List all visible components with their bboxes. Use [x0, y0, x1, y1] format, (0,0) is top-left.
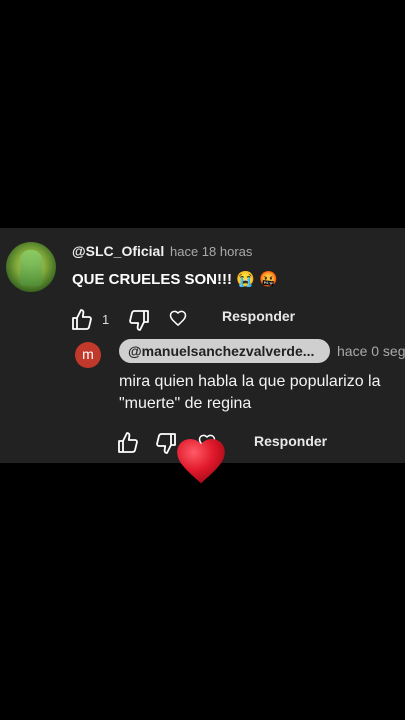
thumbs-up-icon[interactable]: [116, 431, 140, 455]
thumbs-up-icon[interactable]: [70, 308, 94, 332]
avatar[interactable]: [6, 242, 56, 292]
comment-timestamp: hace 18 horas: [170, 244, 253, 259]
thumbs-down-icon[interactable]: [127, 308, 151, 332]
comment-body: QUE CRUELES SON!!!: [72, 271, 233, 288]
comment-author[interactable]: @SLC_Oficial: [72, 243, 164, 259]
crying-emoji: 😭: [236, 271, 255, 288]
reply-text: mira quien habla la que popularizo la "m…: [119, 373, 381, 412]
reply-button[interactable]: Responder: [254, 433, 327, 449]
like-count: 1: [102, 312, 110, 327]
comment-text: QUE CRUELES SON!!! 😭 🤬: [72, 270, 278, 288]
reply-avatar[interactable]: m: [75, 342, 101, 368]
heart-icon[interactable]: [168, 308, 188, 328]
reply-timestamp: hace 0 seg: [337, 343, 405, 359]
cursing-emoji: 🤬: [259, 271, 278, 288]
avatar-figure: [20, 250, 42, 286]
reply-button[interactable]: Responder: [222, 308, 295, 324]
mention-chip[interactable]: @manuelsanchezvalverde...: [119, 339, 330, 363]
comment-panel: @SLC_Oficial hace 18 horas QUE CRUELES S…: [0, 228, 405, 463]
red-heart-icon: [177, 439, 225, 484]
